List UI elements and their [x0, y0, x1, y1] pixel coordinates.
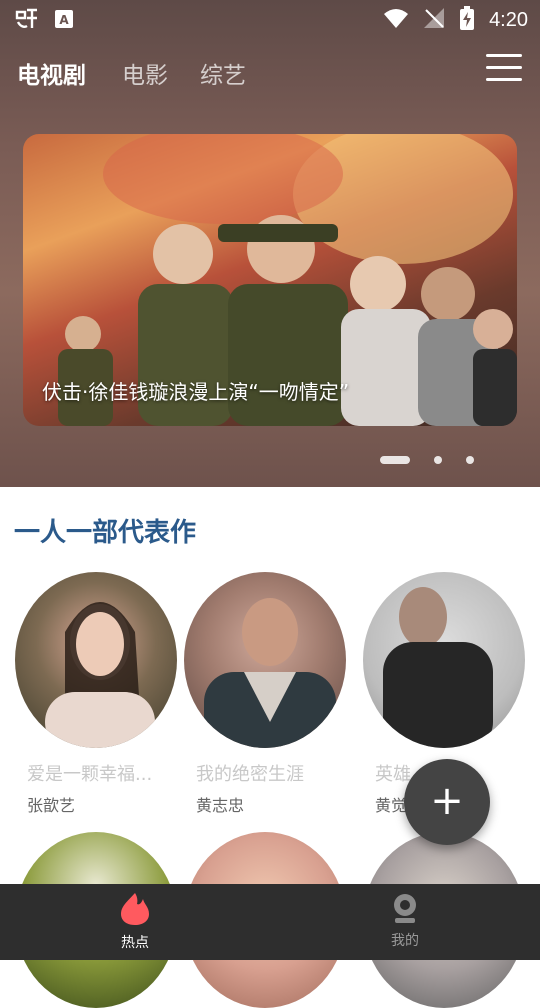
- nav-label-hot: 热点: [121, 935, 149, 951]
- work-title: 爱是一颗幸福...: [27, 764, 153, 785]
- actor-name: 黄觉: [375, 796, 408, 815]
- banner-caption: 伏击·徐佳钱璇浪漫上演“一吻情定”: [42, 380, 350, 404]
- actor-card[interactable]: 英雄 黄觉: [363, 572, 525, 815]
- actor-card[interactable]: 爱是一颗幸福... 张歆艺: [15, 572, 177, 815]
- page-dot-active[interactable]: [380, 456, 410, 464]
- flame-icon: [117, 893, 153, 930]
- tab-movies[interactable]: 电影: [122, 56, 168, 90]
- page-dot[interactable]: [466, 456, 474, 464]
- page-dot[interactable]: [434, 456, 442, 464]
- add-button[interactable]: +: [404, 759, 490, 845]
- plus-icon: +: [430, 778, 464, 824]
- actor-card[interactable]: 我的绝密生涯 黄志忠: [184, 572, 346, 815]
- status-bar: A 4:20: [0, 0, 540, 38]
- actor-portrait: [184, 572, 346, 748]
- svg-text:A: A: [59, 13, 69, 27]
- actor-name: 张歆艺: [27, 796, 76, 815]
- nav-item-hot[interactable]: 热点: [75, 892, 195, 952]
- actor-portrait: [363, 572, 525, 748]
- no-signal-icon: [423, 7, 445, 33]
- wifi-icon: [383, 7, 409, 33]
- tab-tv-series[interactable]: 电视剧: [17, 56, 86, 90]
- nav-item-mine[interactable]: 我的: [345, 892, 465, 950]
- hamburger-menu-icon[interactable]: [486, 54, 522, 84]
- actor-portrait: [15, 572, 177, 748]
- profile-icon: [390, 894, 420, 928]
- category-tabs: 电视剧 电影 综艺: [0, 44, 540, 96]
- nav-label-mine: 我的: [391, 933, 419, 949]
- bug-icon: [14, 6, 40, 36]
- work-title: 我的绝密生涯: [196, 764, 304, 785]
- actor-name: 黄志忠: [196, 796, 245, 815]
- work-title: 英雄: [375, 764, 411, 785]
- banner-carousel[interactable]: 伏击·徐佳钱璇浪漫上演“一吻情定”: [23, 134, 517, 426]
- bottom-navigation: 热点 我的: [0, 884, 540, 960]
- tab-variety[interactable]: 综艺: [200, 56, 246, 90]
- battery-charging-icon: [459, 6, 475, 34]
- section-title: 一人一部代表作: [14, 518, 197, 548]
- clock: 4:20: [489, 8, 528, 31]
- a-icon: A: [54, 9, 74, 33]
